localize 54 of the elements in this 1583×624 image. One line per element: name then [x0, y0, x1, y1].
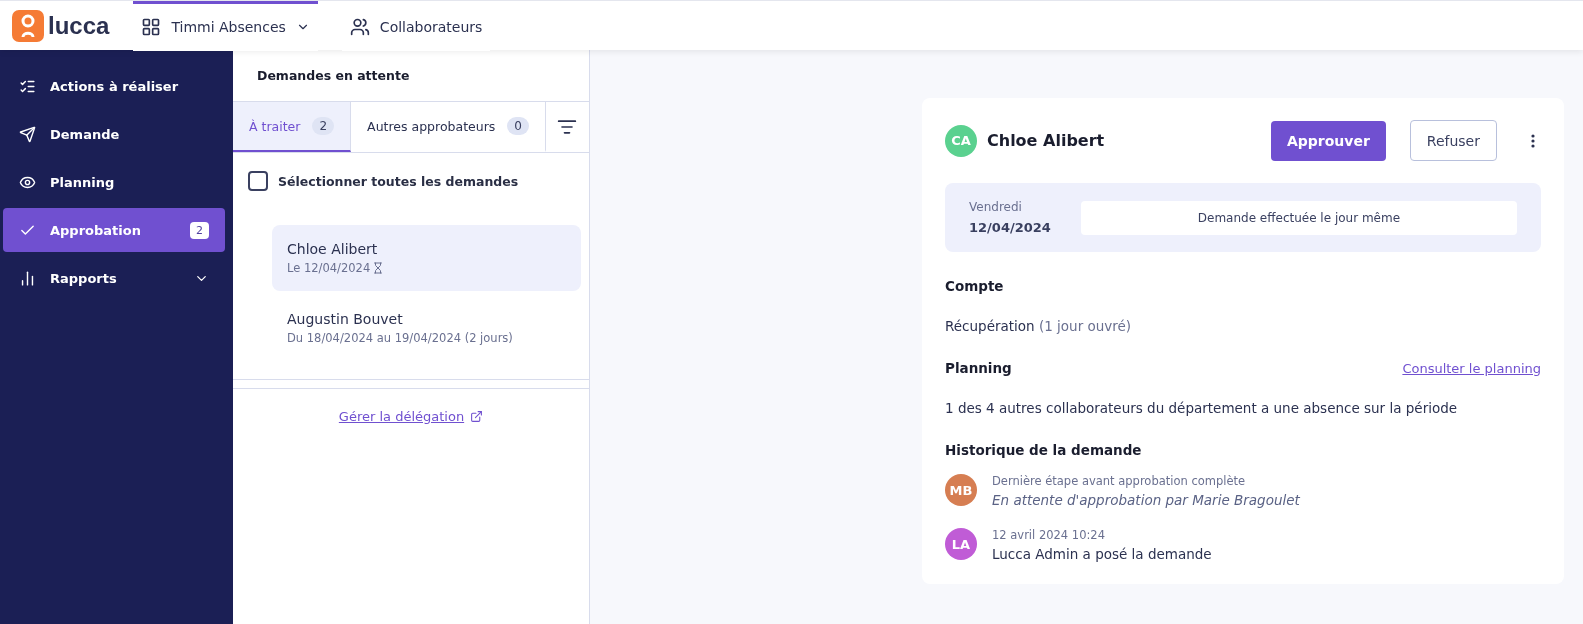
delegation-link[interactable]: Gérer la délégation — [338, 409, 484, 424]
sidebar-label: Approbation — [50, 222, 142, 238]
people-icon — [349, 17, 370, 37]
sidebar-item[interactable]: Rapports — [3, 256, 225, 300]
sidebar-item[interactable]: Actions à réaliser — [3, 64, 225, 108]
filter-icon — [557, 117, 578, 137]
date: 12/04/2024 — [969, 220, 1051, 235]
info-note: Demande effectuée le jour même — [1080, 200, 1517, 235]
sidebar-label: Rapports — [50, 270, 118, 286]
requester-name: Chloe Alibert — [287, 241, 379, 257]
count-badge: 2 — [312, 117, 335, 135]
count-badge: 0 — [507, 117, 529, 135]
panel-title: Demandes en attente — [256, 67, 411, 85]
hourglass-icon — [372, 262, 385, 274]
request-dates: Le 12/04/2024 — [287, 261, 371, 275]
request-item[interactable]: Chloe Alibert Le 12/04/2024 — [272, 225, 581, 291]
logo-text: lucca — [48, 11, 110, 40]
sidebar-label: Planning — [50, 174, 116, 190]
count-badge: 2 — [190, 221, 209, 239]
top-nav-item[interactable]: Collaborateurs — [341, 0, 491, 51]
account-text: Récupération (1 jour ouvré) — [945, 318, 1133, 334]
checkbox[interactable] — [248, 171, 268, 191]
send-icon — [19, 125, 36, 143]
weekday: Vendredi — [969, 200, 1023, 214]
external-link-icon — [470, 410, 484, 423]
sidebar-item[interactable]: Planning — [3, 160, 225, 204]
refuse-button[interactable]: Refuser — [1409, 120, 1497, 161]
section-title: Planning — [945, 360, 1012, 376]
tab[interactable]: À traiter 2 — [233, 102, 352, 152]
section-title: Compte — [945, 278, 1004, 294]
planning-link[interactable]: Consulter le planning — [1402, 360, 1541, 376]
history-text: En attente d'approbation par Marie Bragoulet — [992, 492, 1300, 508]
history-text: Lucca Admin a posé la demande — [992, 546, 1212, 562]
planning-text: 1 des 4 autres collaborateurs du département a une absence sur la période — [945, 400, 1459, 416]
section-title: Historique de la demande — [945, 442, 1142, 458]
approve-button[interactable]: Approuver — [1270, 120, 1386, 161]
grid-icon — [141, 17, 162, 37]
sidebar-item[interactable]: Demande — [3, 112, 225, 156]
top-nav-item[interactable]: Timmi Absences — [133, 0, 318, 51]
avatar: MB — [945, 474, 977, 506]
request-dates: Du 18/04/2024 au 19/04/2024 (2 jours) — [287, 331, 513, 345]
sidebar-item[interactable]: Approbation 2 — [3, 208, 225, 252]
history-meta: 12 avril 2024 10:24 — [992, 528, 1106, 542]
avatar: CA — [945, 124, 977, 157]
sidebar-label: Actions à réaliser — [50, 78, 180, 94]
history-meta: Dernière étape avant approbation complète — [992, 474, 1247, 488]
bar-chart-icon — [19, 269, 36, 287]
sidebar-label: Demande — [50, 126, 121, 142]
requester-name: Augustin Bouvet — [287, 311, 404, 327]
logo-icon — [12, 9, 44, 42]
checkbox-label: Sélectionner toutes les demandes — [278, 173, 519, 189]
avatar: LA — [945, 528, 977, 560]
person-name: Chloe Alibert — [987, 131, 1106, 150]
more-icon — [1531, 133, 1535, 148]
